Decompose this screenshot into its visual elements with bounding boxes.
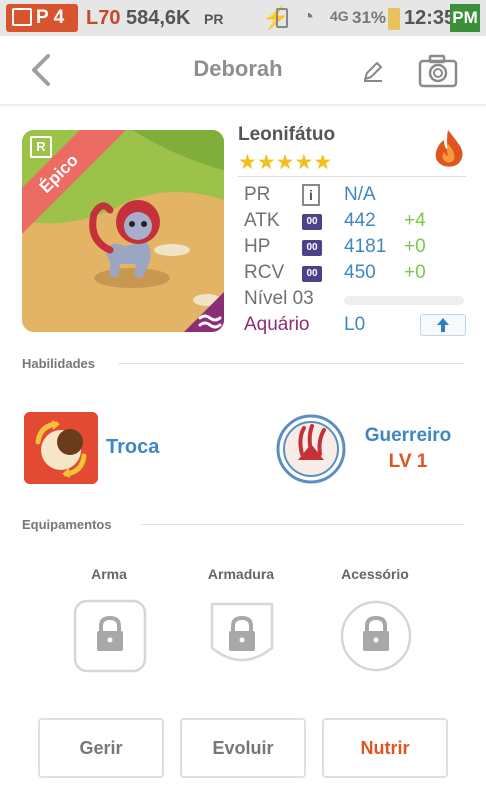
weapon-slot[interactable] [72,598,148,674]
level-text: L70 [86,7,121,29]
signal-text: 4G [330,8,349,24]
abilities-section-title: Habilidades [22,356,95,371]
stat-badge-atk: 00 [302,214,322,230]
clock: 12:35 [404,7,456,29]
vibrate-icon [276,8,288,28]
ability-name: Troca [106,436,160,458]
star-icon: ★ [256,151,276,174]
arrow-up-icon [437,318,449,332]
armor-slot[interactable] [204,598,280,674]
class-level: LV 1 [388,451,428,472]
manage-button[interactable]: Gerir [38,718,164,778]
wifi-icon: ◔ [302,6,315,28]
stat-row-pr: PR i N/A [244,184,466,210]
level-row: Nível 03 [244,288,466,314]
divider [118,363,464,364]
app-header: Deborah [0,36,486,106]
camera-icon [418,54,458,88]
star-icon: ★ [238,151,257,174]
upgrade-aquarium-button[interactable] [420,314,466,336]
stat-label-hp: HP [244,236,271,257]
warrior-class-icon[interactable] [276,414,346,484]
camera-button[interactable] [418,54,458,88]
level-progress-bar [344,296,464,305]
equipment-section-title: Equipamentos [22,517,112,532]
score-suffix: PR [204,11,224,27]
edit-name-button[interactable] [360,58,386,84]
slot-label-armor: Armadura [207,566,275,582]
stat-label-atk: ATK [244,210,280,231]
stat-bonus-atk: +4 [404,210,426,231]
slot-label-weapon: Arma [91,566,127,582]
aquarium-label: Aquário [244,314,310,335]
stat-value-hp: 4181 [344,236,387,257]
star-rating: ★★★★★ [238,150,332,175]
notification-icon [12,8,32,26]
stat-badge-rcv: 00 [302,266,322,282]
status-bar: P 4 L70 584,6K PR ⚡ ◔ 4G 31% 12:35 PM [0,0,486,36]
aquarium-value: L0 [344,314,366,335]
back-button[interactable] [26,50,56,90]
player-level: P 4 [36,7,65,28]
page-title: Deborah [193,56,283,81]
stat-row-hp: HP 00 4181 +0 [244,236,466,262]
stat-label-rcv: RCV [244,262,285,283]
evolve-button[interactable]: Evoluir [180,718,306,778]
feed-button[interactable]: Nutrir [322,718,448,778]
stat-row-rcv: RCV 00 450 +0 [244,262,466,288]
creature-portrait[interactable]: Épico R [22,130,224,332]
star-icon: ★ [275,151,295,174]
aquarium-row: Aquário L0 [244,314,466,340]
water-element-icon [184,292,224,332]
fire-element-icon [435,130,463,167]
star-icon: ★ [294,151,314,174]
stat-value-rcv: 450 [344,262,376,283]
creature-name: Leonifátuo [238,124,336,145]
battery-icon [388,8,400,30]
pencil-icon [364,62,382,82]
rarity-badge: R [30,136,52,158]
stat-value-atk: 442 [344,210,376,231]
stat-value-pr: N/A [344,184,376,205]
swap-ability-icon [24,412,98,484]
accessory-slot[interactable] [338,598,414,674]
stat-badge-hp: 00 [302,240,322,256]
back-icon [32,54,50,86]
stat-label-pr: PR [244,184,271,205]
score-text: 584,6K [126,7,191,29]
ampm-badge: PM [450,4,480,32]
stat-row-atk: ATK 00 442 +4 [244,210,466,236]
level-label: Nível 03 [244,288,314,309]
divider [238,176,466,177]
star-icon: ★ [313,151,333,174]
info-icon[interactable]: i [302,184,320,206]
battery-percent: 31% [352,8,387,27]
stat-bonus-hp: +0 [404,236,426,257]
creature-info: Leonifátuo ★★★★★ PR i N/A ATK 00 442 +4 … [238,124,468,344]
divider [140,524,464,525]
class-name: Guerreiro [364,425,452,446]
stat-bonus-rcv: +0 [404,262,426,283]
slot-label-accessory: Acessório [341,566,409,582]
ability-button[interactable] [24,412,98,484]
